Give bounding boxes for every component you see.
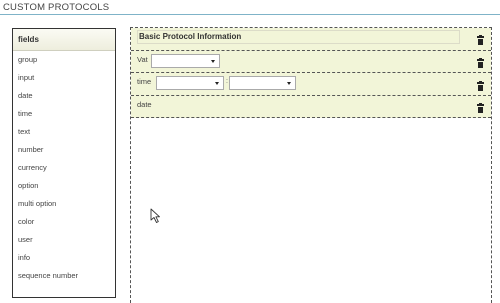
field-item-user[interactable]: user xyxy=(13,231,115,249)
chevron-down-icon xyxy=(211,60,215,63)
form-row-time[interactable]: time : xyxy=(131,73,491,96)
fields-panel-header: fields xyxy=(13,29,115,51)
form-row-date[interactable]: date xyxy=(131,96,491,118)
fields-panel: fields group input date time text number… xyxy=(12,28,116,298)
field-item-text[interactable]: text xyxy=(13,123,115,141)
field-item-multi-option[interactable]: multi option xyxy=(13,195,115,213)
field-label: time xyxy=(137,77,152,86)
form-canvas[interactable]: Basic Protocol Information Vat time : da… xyxy=(130,27,492,303)
title-divider xyxy=(0,14,500,15)
chevron-down-icon xyxy=(215,82,219,85)
trash-icon[interactable] xyxy=(477,81,484,91)
field-item-number[interactable]: number xyxy=(13,141,115,159)
field-label: Vat xyxy=(137,55,148,64)
form-row-vat[interactable]: Vat xyxy=(131,51,491,73)
field-item-option[interactable]: option xyxy=(13,177,115,195)
chevron-down-icon xyxy=(287,82,291,85)
time-hour-select[interactable] xyxy=(156,76,224,90)
fields-list: group input date time text number curren… xyxy=(13,51,115,285)
section-header[interactable]: Basic Protocol Information xyxy=(131,28,491,51)
trash-icon[interactable] xyxy=(477,103,484,113)
page-title: CUSTOM PROTOCOLS xyxy=(3,2,110,13)
field-item-date[interactable]: date xyxy=(13,87,115,105)
field-item-input[interactable]: input xyxy=(13,69,115,87)
vat-select[interactable] xyxy=(151,54,220,68)
field-label: date xyxy=(137,100,152,109)
trash-icon[interactable] xyxy=(477,58,484,68)
field-item-currency[interactable]: currency xyxy=(13,159,115,177)
field-item-color[interactable]: color xyxy=(13,213,115,231)
field-item-info[interactable]: info xyxy=(13,249,115,267)
section-title-input[interactable]: Basic Protocol Information xyxy=(137,30,460,44)
mouse-pointer-icon xyxy=(150,208,160,223)
time-minute-select[interactable] xyxy=(229,76,296,90)
trash-icon[interactable] xyxy=(477,35,484,45)
time-separator: : xyxy=(226,78,228,85)
field-item-group[interactable]: group xyxy=(13,51,115,69)
field-item-sequence-number[interactable]: sequence number xyxy=(13,267,115,285)
field-item-time[interactable]: time xyxy=(13,105,115,123)
